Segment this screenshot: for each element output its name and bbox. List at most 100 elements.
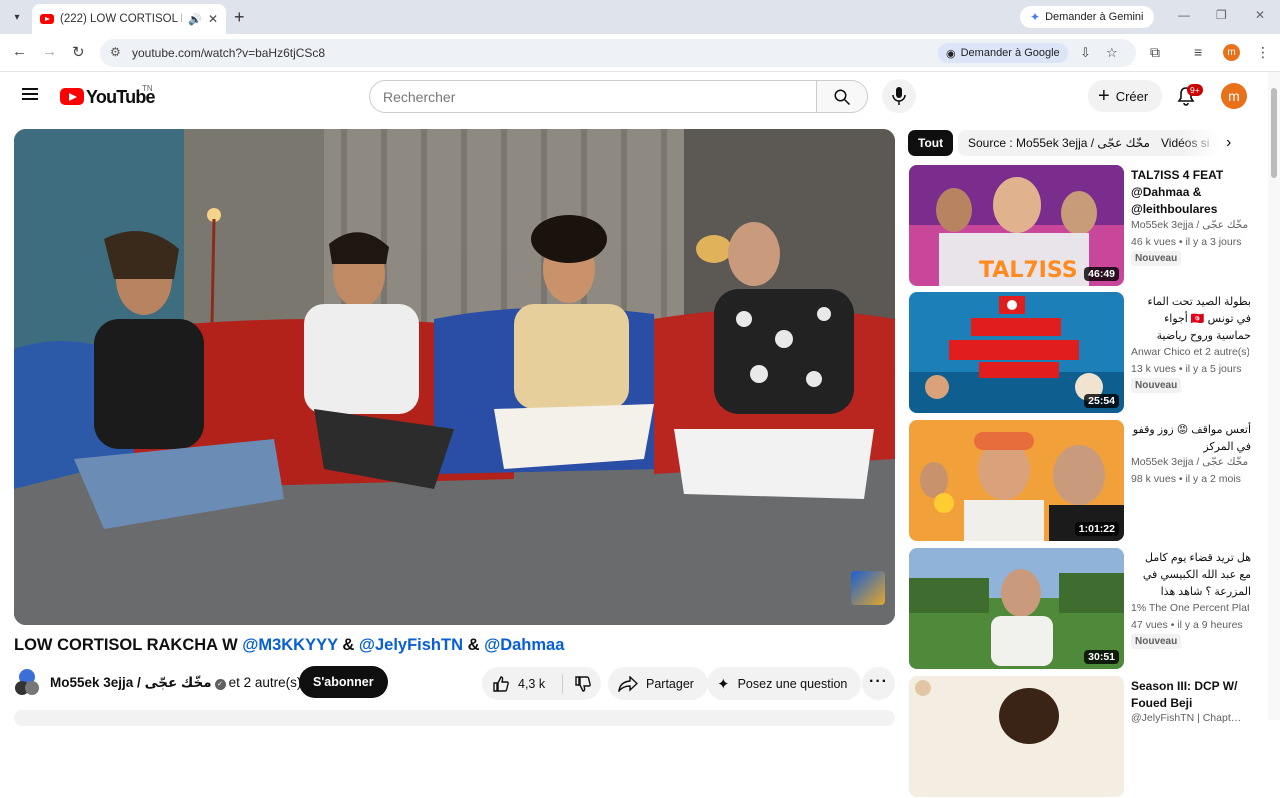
restore-window-icon[interactable]: ❐: [1216, 8, 1227, 22]
video-player[interactable]: [14, 129, 895, 625]
rec-meta: 13 k vues • il y a 5 jours: [1131, 363, 1242, 375]
url-text[interactable]: youtube.com/watch?v=baHz6tjCSc8: [132, 46, 325, 60]
rec-meta: 98 k vues • il y a 2 mois: [1131, 473, 1241, 485]
rec-title[interactable]: TAL7ISS 4 FEAT @Dahmaa & @leithboulares: [1131, 167, 1251, 218]
thumbs-up-icon: [493, 676, 509, 692]
channel-name-row[interactable]: Mo55ek 3ejja / مخّك عجّى ✓ et 2 autre(s): [50, 675, 301, 691]
rec-channel[interactable]: Mo55ek 3ejja / مخّك عجّى ✓: [1131, 219, 1249, 231]
new-badge: Nouveau: [1131, 634, 1182, 649]
title-separator: &: [463, 636, 485, 654]
browser-toolbar: ← → ↻ ⚙ youtube.com/watch?v=baHz6tjCSc8 …: [0, 34, 1280, 72]
rec-channel[interactable]: Anwar Chico et 2 autre(s): [1131, 346, 1249, 358]
search-button[interactable]: [816, 80, 868, 113]
bookmark-star-icon[interactable]: ☆: [1106, 45, 1118, 61]
channel-avatar-stack[interactable]: [14, 668, 40, 696]
media-queue-icon[interactable]: ≡: [1194, 44, 1202, 60]
create-label: Créer: [1115, 88, 1149, 104]
search-input[interactable]: Rechercher: [369, 80, 816, 113]
search-icon: [834, 89, 851, 106]
close-window-icon[interactable]: ✕: [1255, 8, 1265, 22]
recommendation-item[interactable]: 25:54 بطولة الصيد تحت الماء في تونس 🇹🇳 أ…: [909, 292, 1251, 414]
tab-title: (222) LOW CORTISOL RAKCHA: [60, 13, 182, 25]
video-thumbnail[interactable]: 30:51: [909, 548, 1124, 669]
reload-icon[interactable]: ↻: [72, 43, 85, 61]
video-thumbnail[interactable]: 1:01:22: [909, 420, 1124, 541]
channel-name[interactable]: Mo55ek 3ejja / مخّك عجّى: [50, 675, 212, 690]
share-label: Partager: [646, 676, 694, 691]
ask-question-label: Posez une question: [737, 676, 848, 691]
new-badge: Nouveau: [1131, 378, 1182, 393]
rec-title[interactable]: Season III: DCP W/ Foued Beji: [1131, 678, 1251, 712]
description-box[interactable]: [14, 710, 895, 726]
address-bar[interactable]: ⚙ youtube.com/watch?v=baHz6tjCSc8 ◉ Dema…: [100, 39, 1136, 67]
collaborators-link[interactable]: et 2 autre(s): [229, 675, 302, 690]
close-tab-icon[interactable]: ✕: [208, 12, 218, 26]
recommendation-item[interactable]: TAL7ISS 46:49 TAL7ISS 4 FEAT @Dahmaa & @…: [909, 165, 1249, 287]
minimize-window-icon[interactable]: —: [1178, 8, 1190, 22]
ask-gemini-button[interactable]: ✦ Demander à Gemini: [1020, 6, 1154, 28]
rec-channel[interactable]: Mo55ek 3ejja / مخّك عجّى ✓: [1131, 456, 1249, 468]
voice-search-button[interactable]: [882, 79, 916, 113]
video-frame: [14, 129, 895, 625]
browser-tab-strip: ▾ (222) LOW CORTISOL RAKCHA 🔊 ✕ + ✦ Dema…: [0, 0, 1280, 34]
new-tab-button[interactable]: +: [234, 7, 245, 28]
forward-arrow-icon[interactable]: →: [42, 43, 57, 60]
browser-tab-active[interactable]: (222) LOW CORTISOL RAKCHA 🔊 ✕: [32, 4, 226, 34]
ask-gemini-label: Demander à Gemini: [1045, 11, 1144, 23]
youtube-logo-icon[interactable]: [60, 88, 84, 105]
recommendation-item[interactable]: Season III: DCP W/ Foued Beji @JelyFishT…: [909, 676, 1249, 798]
duration-badge: 25:54: [1084, 394, 1119, 408]
tab-search-chevron-icon[interactable]: ▾: [8, 8, 26, 26]
channel-watermark-logo[interactable]: [851, 571, 885, 605]
duration-badge: 1:01:22: [1074, 522, 1119, 536]
scrollbar-thumb[interactable]: [1271, 88, 1277, 178]
like-button[interactable]: 4,3 k: [492, 675, 545, 693]
video-thumbnail[interactable]: [909, 676, 1124, 797]
extensions-puzzle-icon[interactable]: ⧉: [1150, 44, 1160, 61]
install-app-icon[interactable]: ⇩: [1080, 45, 1091, 61]
subscribe-button[interactable]: S'abonner: [299, 666, 388, 698]
recommendation-item[interactable]: 1:01:22 أتعس مواقف 😡 زوز وقفو في المركز …: [909, 420, 1251, 542]
thumb-overlay-text: TAL7ISS: [979, 258, 1078, 283]
recommendation-item[interactable]: 30:51 هل تريد قضاء يوم كامل مع عبد الله …: [909, 548, 1251, 670]
browser-menu-icon[interactable]: ⋮: [1256, 44, 1270, 61]
youtube-favicon-icon: [40, 14, 54, 24]
mention-link-dahmaa[interactable]: @Dahmaa: [484, 636, 564, 654]
rec-channel[interactable]: 1% The One Percent Platf…: [1131, 602, 1249, 614]
chip-source-channel[interactable]: Source : Mo55ek 3ejja / مخّك عجّى: [958, 130, 1160, 156]
more-actions-icon[interactable]: ···: [862, 667, 895, 700]
thumbnail-image: [909, 676, 1124, 797]
chip-all[interactable]: Tout: [908, 130, 954, 156]
site-info-icon[interactable]: ⚙: [110, 45, 121, 59]
create-button[interactable]: + Créer: [1088, 80, 1163, 112]
ask-question-button[interactable]: ✦ Posez une question: [707, 667, 862, 700]
duration-badge: 46:49: [1084, 267, 1119, 281]
rec-title[interactable]: بطولة الصيد تحت الماء في تونس 🇹🇳 أجواء ح…: [1131, 294, 1251, 346]
youtube-masthead: YouTube TN Rechercher + Créer 9+ m: [0, 72, 1266, 120]
rec-channel-name[interactable]: Mo55ek 3ejja / مخّك عجّى: [1131, 456, 1248, 468]
mention-link-jelyfishtn[interactable]: @JelyFishTN: [359, 636, 463, 654]
video-thumbnail[interactable]: TAL7ISS 46:49: [909, 165, 1124, 286]
account-avatar[interactable]: m: [1221, 83, 1247, 109]
rec-title[interactable]: هل تريد قضاء يوم كامل مع عبد الله الكبيس…: [1131, 550, 1251, 602]
rec-channel-name[interactable]: Mo55ek 3ejja / مخّك عجّى: [1131, 219, 1248, 231]
page-scrollbar[interactable]: [1268, 72, 1280, 720]
ask-google-button[interactable]: ◉ Demander à Google: [938, 43, 1068, 63]
video-owner-row: Mo55ek 3ejja / مخّك عجّى ✓ et 2 autre(s) S…: [14, 666, 895, 702]
rec-title[interactable]: أتعس مواقف 😡 زوز وقفو في المركز: [1131, 422, 1251, 456]
plus-icon: +: [1098, 85, 1110, 107]
speaker-icon[interactable]: 🔊: [188, 13, 202, 26]
share-button[interactable]: Partager: [608, 667, 708, 700]
guide-menu-icon[interactable]: [22, 88, 38, 100]
chevron-right-icon[interactable]: ›: [1226, 134, 1231, 152]
mention-link-m3kkyyy[interactable]: @M3KKYYY: [242, 636, 338, 654]
browser-profile-avatar[interactable]: m: [1223, 44, 1240, 61]
rec-channel[interactable]: @JelyFishTN | Chapt…: [1131, 712, 1249, 724]
back-arrow-icon[interactable]: ←: [12, 43, 27, 60]
thumbs-down-icon[interactable]: [574, 675, 592, 693]
new-badge: Nouveau: [1131, 251, 1182, 266]
chips-fade: [1180, 130, 1220, 156]
duration-badge: 30:51: [1084, 650, 1119, 664]
video-thumbnail[interactable]: 25:54: [909, 292, 1124, 413]
title-text: LOW CORTISOL RAKCHA W: [14, 636, 243, 654]
